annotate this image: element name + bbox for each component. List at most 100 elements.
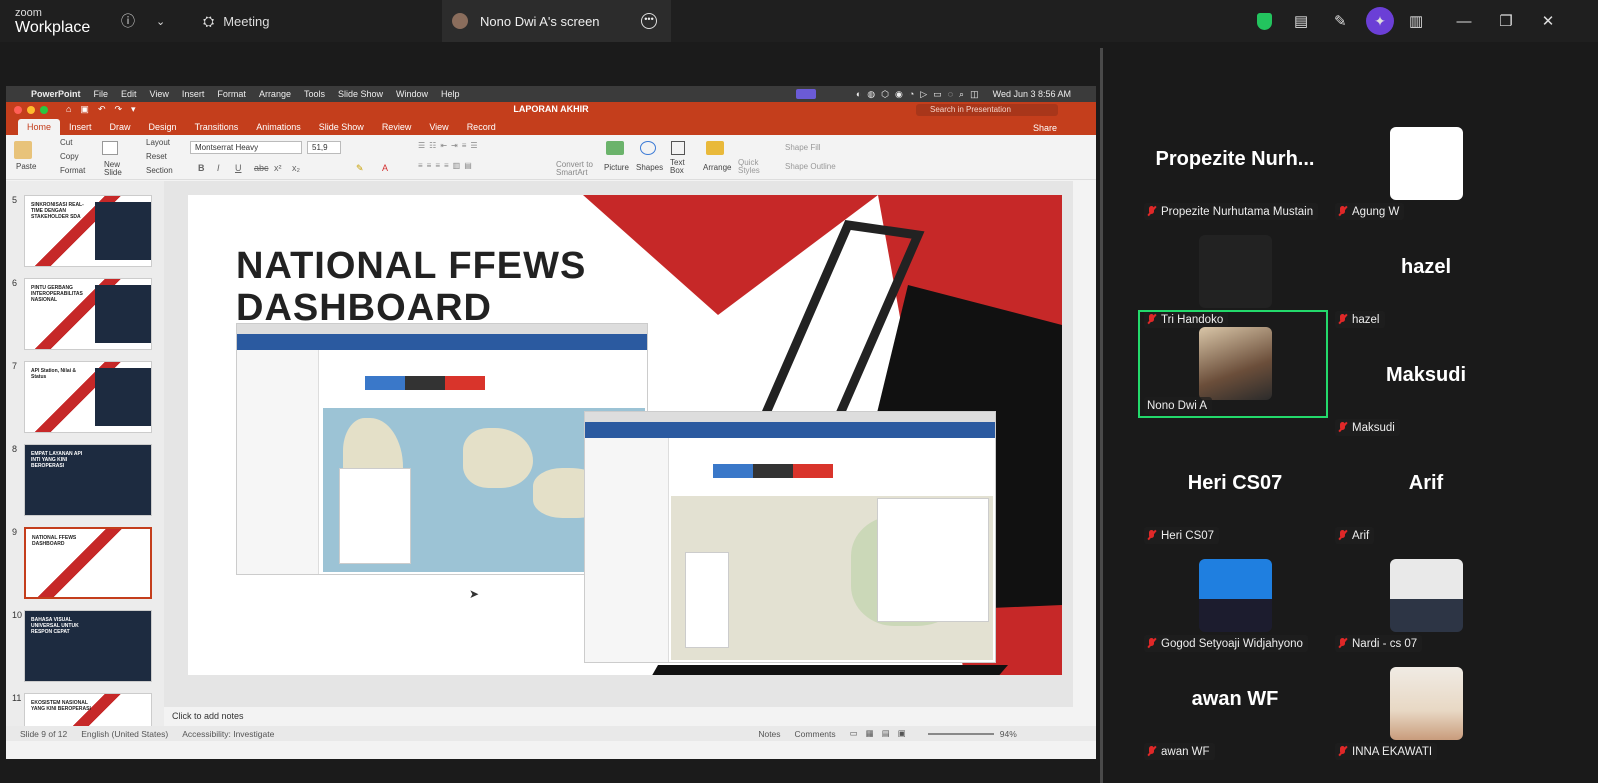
menu-file[interactable]: File (94, 89, 109, 99)
picture-icon[interactable] (606, 141, 624, 155)
menu-format[interactable]: Format (217, 89, 246, 99)
slide-title[interactable]: NATIONAL FFEWS DASHBOARD (236, 245, 586, 329)
tab-view[interactable]: View (420, 119, 457, 135)
menu-arrange[interactable]: Arrange (259, 89, 291, 99)
minimize-icon[interactable]: — (1449, 0, 1479, 42)
copy-button[interactable]: Copy (60, 152, 79, 161)
notes-icon[interactable]: ▤ (1294, 0, 1308, 42)
tab-home[interactable]: Home (18, 119, 61, 135)
ai-companion-icon[interactable]: ✦ (1366, 0, 1394, 42)
tab-draw[interactable]: Draw (101, 119, 140, 135)
arrange-icon[interactable] (706, 141, 724, 155)
font-size-select[interactable]: 51,9 (307, 141, 341, 154)
menu-slide-show[interactable]: Slide Show (338, 89, 383, 99)
thumbnail-slide-6[interactable]: PINTU GERBANG INTEROPERABILITAS NASIONAL (24, 278, 152, 350)
new-slide-button[interactable]: New Slide (104, 161, 126, 177)
tab-slide-show[interactable]: Slide Show (310, 119, 373, 135)
more-options-icon[interactable]: ••• (641, 13, 657, 29)
convert-smartart-button[interactable]: Convert to SmartArt (556, 161, 596, 177)
zoom-slider[interactable] (927, 732, 994, 735)
thumbnail-slide-9[interactable]: NATIONAL FFEWS DASHBOARD (24, 527, 152, 599)
panel-divider[interactable] (1100, 48, 1103, 783)
superscript-icon[interactable]: x² (274, 163, 282, 173)
participant-tile[interactable]: Nardi - cs 07 (1331, 544, 1521, 652)
shapes-button[interactable]: Shapes (636, 163, 663, 172)
underline-icon[interactable]: U (235, 163, 242, 173)
font-color-icon[interactable]: A (382, 163, 388, 173)
thumbnail-slide-5[interactable]: SINKRONISASI REAL-TIME DENGAN STAKEHOLDE… (24, 195, 152, 267)
shapes-icon[interactable] (640, 141, 656, 155)
security-shield-icon[interactable] (1257, 0, 1272, 42)
paragraph-icons[interactable]: ☰☷⇤⇥≡☰ (418, 141, 482, 150)
tab-record[interactable]: Record (458, 119, 505, 135)
participant-tile[interactable]: hazel hazel (1331, 220, 1521, 328)
menu-help[interactable]: Help (441, 89, 460, 99)
view-buttons-icon[interactable]: ▭▦▤▣ (850, 728, 914, 739)
current-slide[interactable]: NATIONAL FFEWS DASHBOARD (188, 195, 1062, 675)
participant-tile[interactable]: Agung W (1331, 112, 1521, 220)
tab-review[interactable]: Review (373, 119, 421, 135)
close-icon[interactable]: ✕ (1533, 0, 1563, 42)
tab-animations[interactable]: Animations (247, 119, 310, 135)
arrange-button[interactable]: Arrange (703, 163, 731, 172)
slide-editing-area[interactable]: NATIONAL FFEWS DASHBOARD (164, 181, 1073, 707)
shared-screen-tab[interactable]: Nono Dwi A's screen ••• (442, 0, 671, 42)
subscript-icon[interactable]: x₂ (292, 163, 300, 173)
alignment-icons[interactable]: ≡≡≡≡▥▤ (418, 161, 476, 170)
restore-icon[interactable]: ❐ (1491, 0, 1521, 42)
text-box-button[interactable]: Text Box (670, 159, 692, 175)
new-slide-icon[interactable] (102, 141, 118, 155)
participant-tile[interactable]: Propezite Nurh... Propezite Nurhutama Mu… (1140, 112, 1330, 220)
picture-button[interactable]: Picture (604, 163, 629, 172)
menu-app[interactable]: PowerPoint (31, 89, 81, 99)
menu-insert[interactable]: Insert (182, 89, 205, 99)
format-painter-button[interactable]: Format (60, 166, 85, 175)
text-box-icon[interactable] (671, 141, 685, 155)
comments-toggle[interactable]: Comments (795, 729, 836, 739)
tab-design[interactable]: Design (140, 119, 186, 135)
tab-transitions[interactable]: Transitions (186, 119, 248, 135)
quick-styles-button[interactable]: Quick Styles (738, 159, 762, 175)
menu-edit[interactable]: Edit (121, 89, 137, 99)
meeting-tab[interactable]: ⛭ Meeting (203, 0, 269, 42)
participant-tile[interactable]: Gogod Setyoaji Widjahyono (1140, 544, 1330, 652)
layout-button[interactable]: Layout (146, 138, 170, 147)
presentation-search[interactable]: Search in Presentation (916, 104, 1058, 116)
reset-button[interactable]: Reset (146, 152, 167, 161)
thumbnail-slide-8[interactable]: EMPAT LAYANAN API INTI YANG KINI BEROPER… (24, 444, 152, 516)
bold-icon[interactable]: B (198, 163, 205, 173)
italic-icon[interactable]: I (217, 163, 220, 173)
tab-insert[interactable]: Insert (60, 119, 101, 135)
info-icon[interactable]: ⓘ (121, 0, 135, 42)
menu-view[interactable]: View (150, 89, 169, 99)
font-family-select[interactable]: Montserrat Heavy (190, 141, 302, 154)
strikethrough-icon[interactable]: abc (254, 163, 269, 173)
shape-outline-button[interactable]: Shape Outline (785, 162, 836, 171)
cut-button[interactable]: Cut (60, 138, 72, 147)
menu-tools[interactable]: Tools (304, 89, 325, 99)
layout-panels-icon[interactable]: ▥ (1409, 0, 1423, 42)
participant-tile[interactable]: Maksudi Maksudi (1331, 328, 1521, 436)
participant-tile[interactable]: awan WF awan WF (1140, 652, 1330, 760)
participant-tile-active-speaker[interactable]: Nono Dwi A (1138, 310, 1328, 418)
chevron-down-icon[interactable]: ⌄ (156, 0, 165, 42)
highlight-icon[interactable]: ✎ (356, 163, 364, 174)
language-status[interactable]: English (United States) (81, 729, 168, 739)
participant-tile[interactable]: Heri CS07 Heri CS07 (1140, 436, 1330, 544)
participant-tile[interactable]: Arif Arif (1331, 436, 1521, 544)
paste-icon[interactable] (14, 141, 32, 159)
whiteboard-pen-icon[interactable]: ✎ (1334, 0, 1347, 42)
zoom-level[interactable]: 94% (1000, 729, 1017, 739)
slide-thumbnail-pane[interactable]: 5 SINKRONISASI REAL-TIME DENGAN STAKEHOL… (6, 181, 164, 734)
paste-button[interactable]: Paste (16, 162, 36, 171)
thumbnail-slide-7[interactable]: API Station, Nilai & Status (24, 361, 152, 433)
participant-tile[interactable]: INNA EKAWATI (1331, 652, 1521, 760)
menu-window[interactable]: Window (396, 89, 428, 99)
thumbnail-slide-10[interactable]: BAHASA VISUAL UNIVERSAL UNTUK RESPON CEP… (24, 610, 152, 682)
share-button[interactable]: Share (1024, 120, 1066, 136)
notes-toggle[interactable]: Notes (758, 729, 780, 739)
section-button[interactable]: Section (146, 166, 173, 175)
accessibility-status[interactable]: Accessibility: Investigate (182, 729, 274, 739)
shape-fill-button[interactable]: Shape Fill (785, 143, 821, 152)
participant-gallery: Propezite Nurh... Propezite Nurhutama Mu… (1110, 42, 1598, 783)
